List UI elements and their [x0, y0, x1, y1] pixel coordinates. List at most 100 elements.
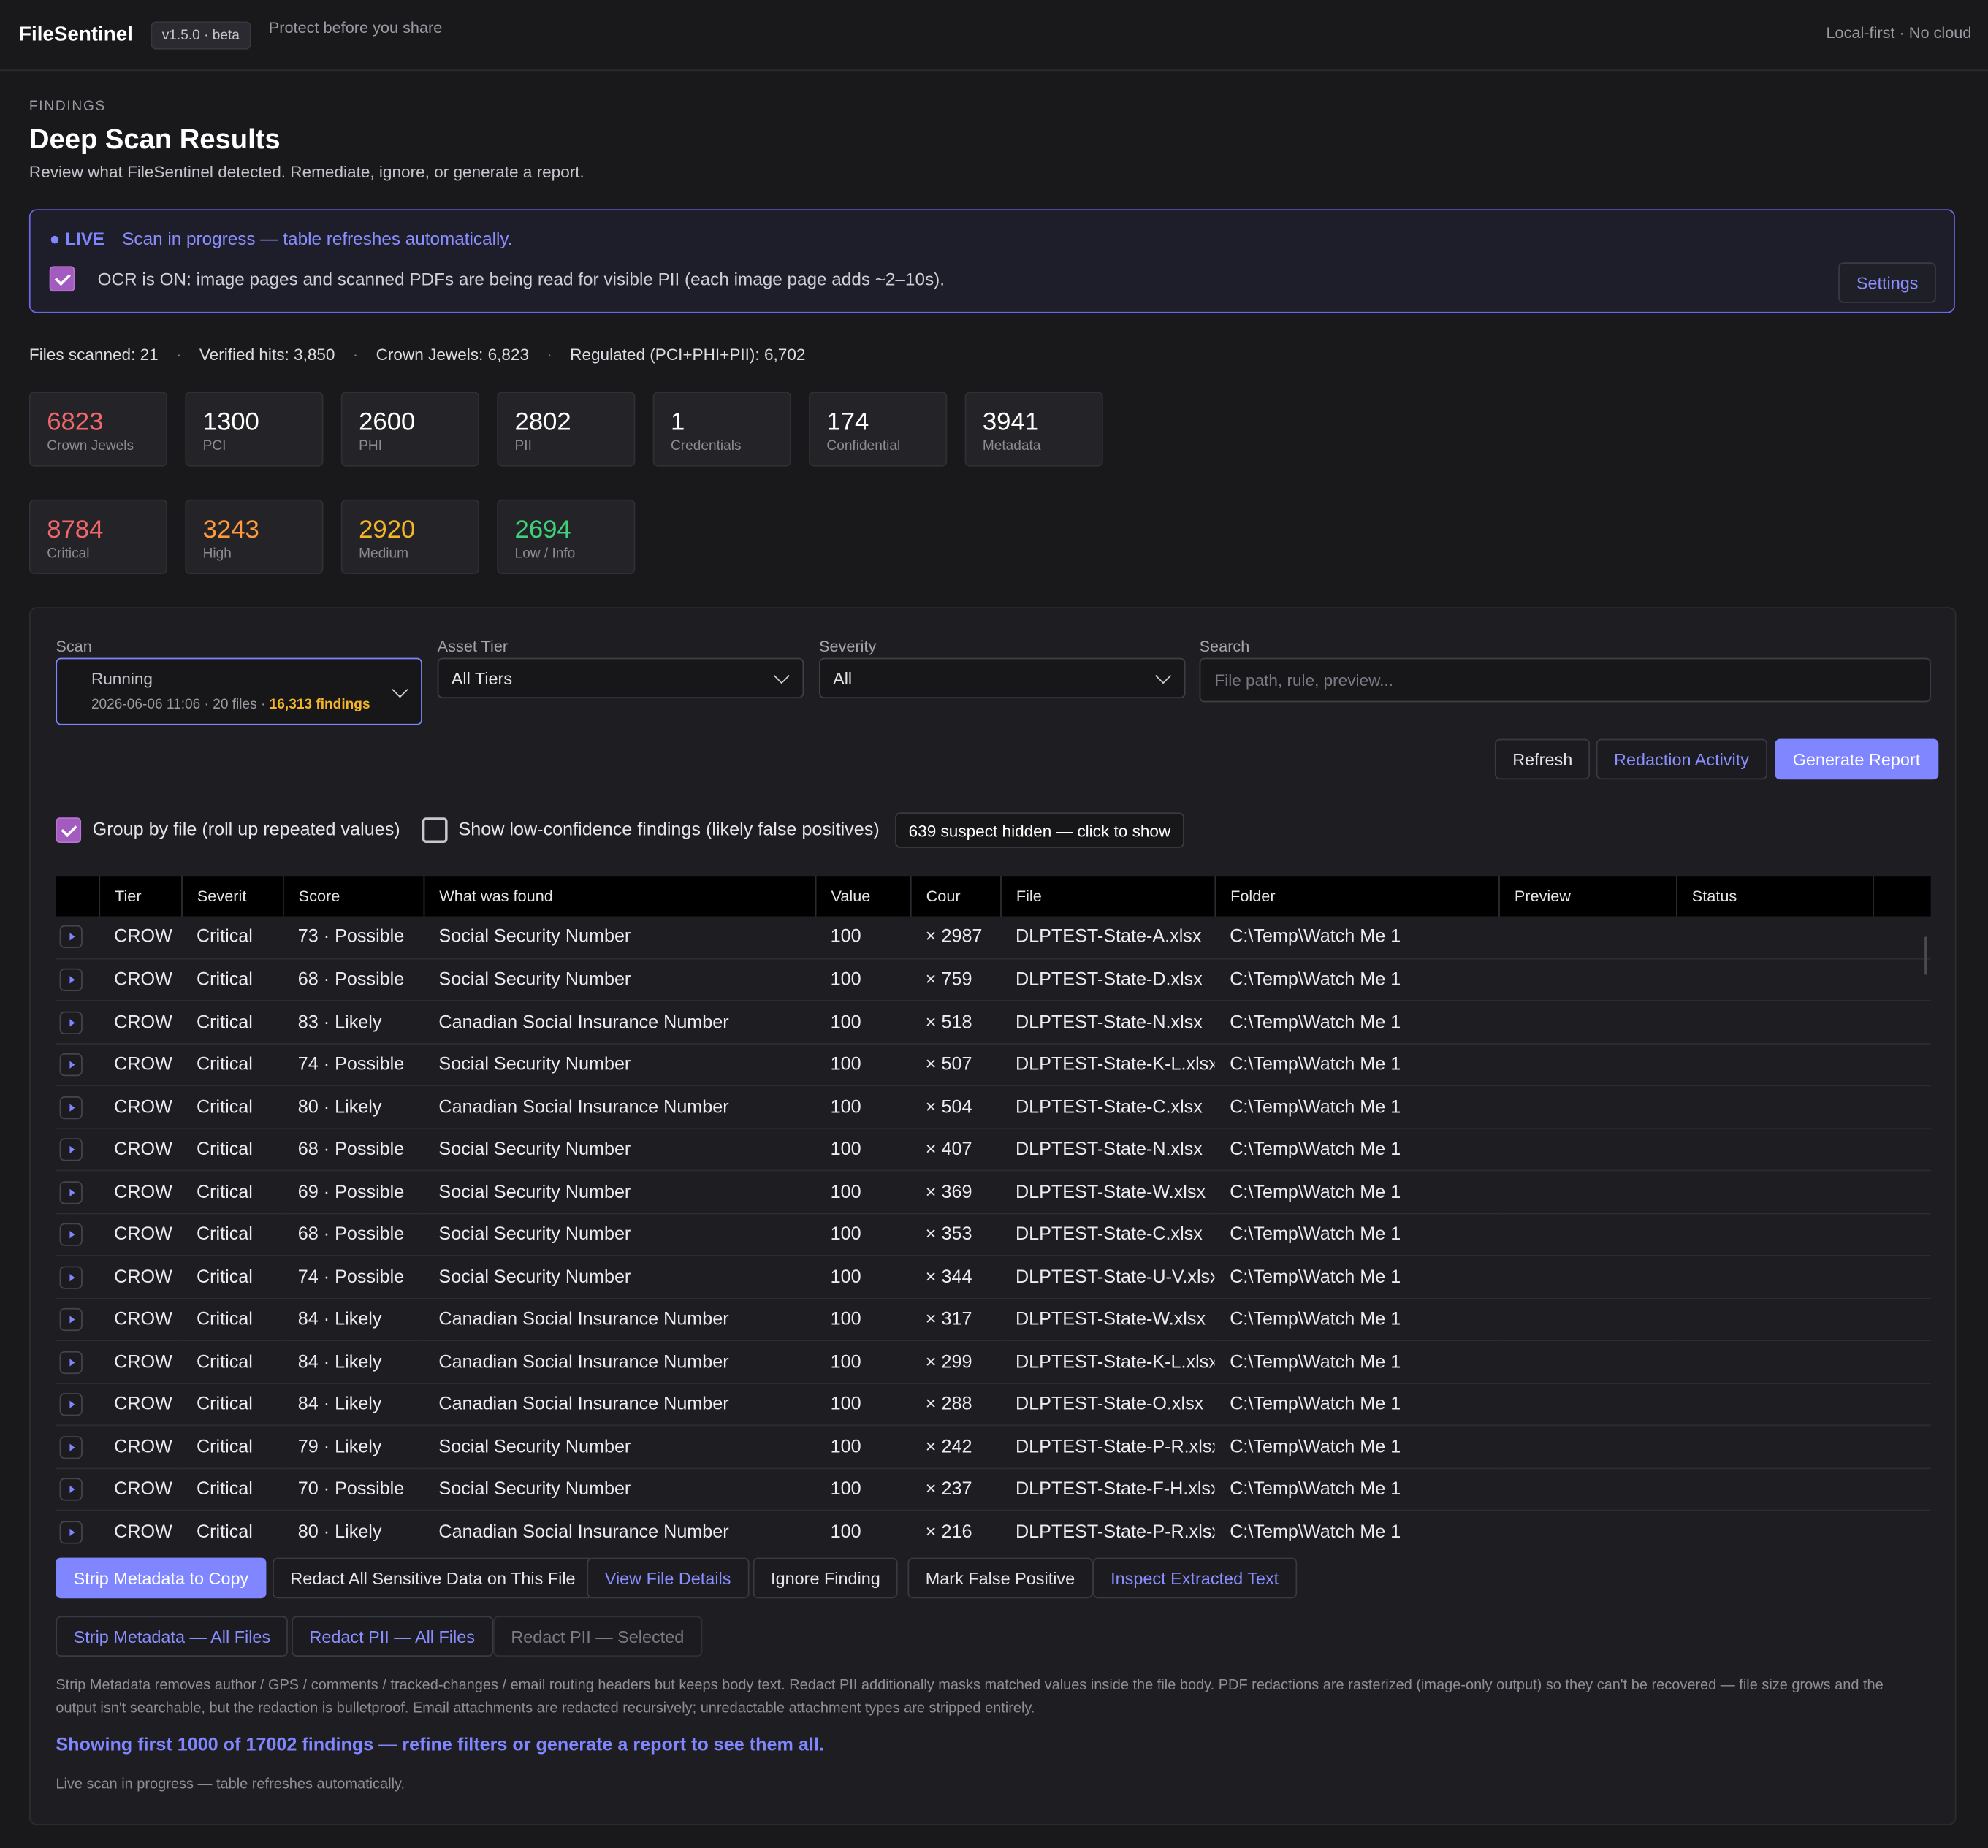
- table-row[interactable]: CROW Critical 74 · Possible Social Security…: [56, 1043, 1931, 1087]
- expand-row-icon[interactable]: [59, 1478, 83, 1501]
- expand-row-icon[interactable]: [59, 1138, 83, 1161]
- severity-select[interactable]: All: [819, 657, 1186, 699]
- settings-button[interactable]: Settings: [1838, 262, 1936, 303]
- expand-row-icon[interactable]: [59, 925, 83, 949]
- generate-report-button[interactable]: Generate Report: [1775, 738, 1938, 780]
- table-row[interactable]: CROW Critical 84 · Likely Canadian Social I…: [56, 1340, 1931, 1384]
- severity-card-value: 2920: [359, 516, 416, 544]
- expand-row-icon[interactable]: [59, 1265, 83, 1289]
- category-card-label: Confidential: [826, 438, 901, 454]
- table-row[interactable]: CROW Critical 84 · Likely Canadian Social I…: [56, 1383, 1931, 1427]
- column-header-tier[interactable]: Tier: [99, 876, 183, 917]
- column-header-score[interactable]: Score: [282, 876, 424, 917]
- show-low-confidence-checkbox[interactable]: [422, 817, 447, 843]
- category-card[interactable]: 1 Credentials: [652, 392, 791, 467]
- expand-row-icon[interactable]: [59, 1096, 83, 1119]
- redact-pii-selected-button[interactable]: Redact PII — Selected: [493, 1616, 702, 1657]
- table-row[interactable]: CROW Critical 84 · Likely Canadian Social I…: [56, 1298, 1931, 1342]
- expand-cell: [56, 1426, 99, 1470]
- redact-pii-all-button[interactable]: Redact PII — All Files: [292, 1616, 493, 1657]
- expand-row-icon[interactable]: [59, 1435, 83, 1459]
- ocr-checkbox[interactable]: [49, 266, 75, 292]
- cell-file-name: DLPTEST-State-C.xlsx: [1000, 1085, 1215, 1129]
- table-row[interactable]: CROW Critical 68 · Possible Social Security…: [56, 1213, 1931, 1257]
- table-row[interactable]: CROW Critical 80 · Likely Canadian Social I…: [56, 1085, 1931, 1129]
- column-header-status[interactable]: Status: [1676, 876, 1873, 917]
- expand-row-icon[interactable]: [59, 1223, 83, 1247]
- table-row[interactable]: CROW Critical 69 · Possible Social Security…: [56, 1171, 1931, 1215]
- redact-all-file-button[interactable]: Redact All Sensitive Data on This File: [273, 1557, 593, 1599]
- table-row[interactable]: CROW Critical 68 · Possible Social Security…: [56, 1129, 1931, 1172]
- cell-preview: [1498, 1129, 1677, 1172]
- column-header-count[interactable]: Cour: [910, 876, 1002, 917]
- ignore-finding-button[interactable]: Ignore Finding: [753, 1557, 899, 1599]
- cell-severity: Critical: [181, 1043, 283, 1087]
- column-header-severity[interactable]: Severit: [181, 876, 283, 917]
- category-card[interactable]: 6823 Crown Jewels: [28, 392, 168, 467]
- expand-row-icon[interactable]: [59, 1053, 83, 1077]
- cell-tier: CROW: [99, 1085, 182, 1129]
- scan-status: Running: [91, 669, 153, 689]
- cell-severity: Critical: [181, 1171, 283, 1215]
- regulated-stat: Regulated (PCI+PHI+PII): 6,702: [570, 345, 806, 364]
- category-card[interactable]: 1300 PCI: [185, 392, 324, 467]
- category-card[interactable]: 174 Confidential: [809, 392, 948, 467]
- table-row[interactable]: CROW Critical 74 · Possible Social Security…: [56, 1256, 1931, 1299]
- table-row[interactable]: CROW Critical 80 · Likely Canadian Social I…: [56, 1511, 1931, 1544]
- table-row[interactable]: CROW Critical 70 · Possible Social Security…: [56, 1468, 1931, 1512]
- expand-row-icon[interactable]: [59, 1180, 83, 1204]
- expand-row-icon[interactable]: [59, 1011, 83, 1034]
- column-header-expand[interactable]: [56, 876, 100, 917]
- expand-row-icon[interactable]: [59, 1520, 83, 1543]
- cell-folder: C:\Temp\Watch Me 1: [1214, 916, 1499, 960]
- column-header-value[interactable]: Value: [815, 876, 911, 917]
- table-row[interactable]: CROW Critical 83 · Likely Canadian Social I…: [56, 1001, 1931, 1045]
- inspect-extracted-text-button[interactable]: Inspect Extracted Text: [1092, 1557, 1297, 1599]
- cell-value: 100: [815, 1383, 910, 1427]
- mark-false-positive-button[interactable]: Mark False Positive: [907, 1557, 1093, 1599]
- strip-metadata-copy-button[interactable]: Strip Metadata to Copy: [56, 1557, 267, 1599]
- tier-select[interactable]: All Tiers: [437, 657, 804, 699]
- expand-row-icon[interactable]: [59, 1351, 83, 1374]
- view-file-details-button[interactable]: View File Details: [587, 1557, 749, 1599]
- redaction-activity-button[interactable]: Redaction Activity: [1596, 738, 1767, 780]
- chevron-down-icon: [392, 681, 408, 698]
- results-limit-notice[interactable]: Showing first 1000 of 17002 findings — r…: [56, 1736, 824, 1756]
- table-row[interactable]: CROW Critical 73 · Possible Social Security…: [56, 916, 1931, 960]
- scan-meta: 2026-06-06 11:06 · 20 files · 16,313 fin…: [91, 697, 370, 712]
- severity-card[interactable]: 2920 Medium: [340, 499, 479, 575]
- expand-row-icon[interactable]: [59, 1308, 83, 1332]
- suspect-hidden-button[interactable]: 639 suspect hidden — click to show: [894, 812, 1185, 848]
- category-card-label: Crown Jewels: [47, 438, 134, 454]
- column-header-folder[interactable]: Folder: [1214, 876, 1499, 917]
- cell-score: 84 · Likely: [282, 1340, 424, 1384]
- column-header-preview[interactable]: Preview: [1498, 876, 1677, 917]
- refresh-button[interactable]: Refresh: [1494, 738, 1591, 780]
- expand-row-icon[interactable]: [59, 969, 83, 992]
- group-by-file-checkbox[interactable]: [56, 817, 82, 843]
- cell-severity: Critical: [181, 1085, 283, 1129]
- category-card[interactable]: 2802 PII: [497, 392, 636, 467]
- expand-row-icon[interactable]: [59, 1393, 83, 1416]
- category-card[interactable]: 3941 Metadata: [964, 392, 1103, 467]
- cell-preview: [1498, 1171, 1677, 1215]
- severity-card[interactable]: 8784 Critical: [28, 499, 168, 575]
- severity-card[interactable]: 3243 High: [185, 499, 324, 575]
- findings-panel: Scan Running 2026-06-06 11:06 · 20 files…: [28, 607, 1957, 1825]
- severity-filter-label: Severity: [819, 637, 877, 656]
- table-row[interactable]: CROW Critical 68 · Possible Social Security…: [56, 958, 1931, 1002]
- severity-card[interactable]: 2694 Low / Info: [497, 499, 636, 575]
- cell-value: 100: [815, 1129, 910, 1172]
- column-header-what-found[interactable]: What was found: [423, 876, 816, 917]
- search-input[interactable]: [1199, 657, 1931, 703]
- strip-metadata-all-button[interactable]: Strip Metadata — All Files: [56, 1616, 289, 1657]
- cell-value: 100: [815, 958, 910, 1002]
- category-card[interactable]: 2600 PHI: [340, 392, 479, 467]
- cell-count: × 353: [910, 1213, 1001, 1257]
- column-header-actions[interactable]: [1873, 876, 1931, 917]
- scan-select[interactable]: Running 2026-06-06 11:06 · 20 files · 16…: [56, 657, 422, 725]
- table-row[interactable]: CROW Critical 79 · Likely Social Security N…: [56, 1426, 1931, 1470]
- table-scrollbar[interactable]: [1924, 936, 1927, 975]
- search-label: Search: [1199, 637, 1250, 656]
- column-header-file[interactable]: File: [1000, 876, 1216, 917]
